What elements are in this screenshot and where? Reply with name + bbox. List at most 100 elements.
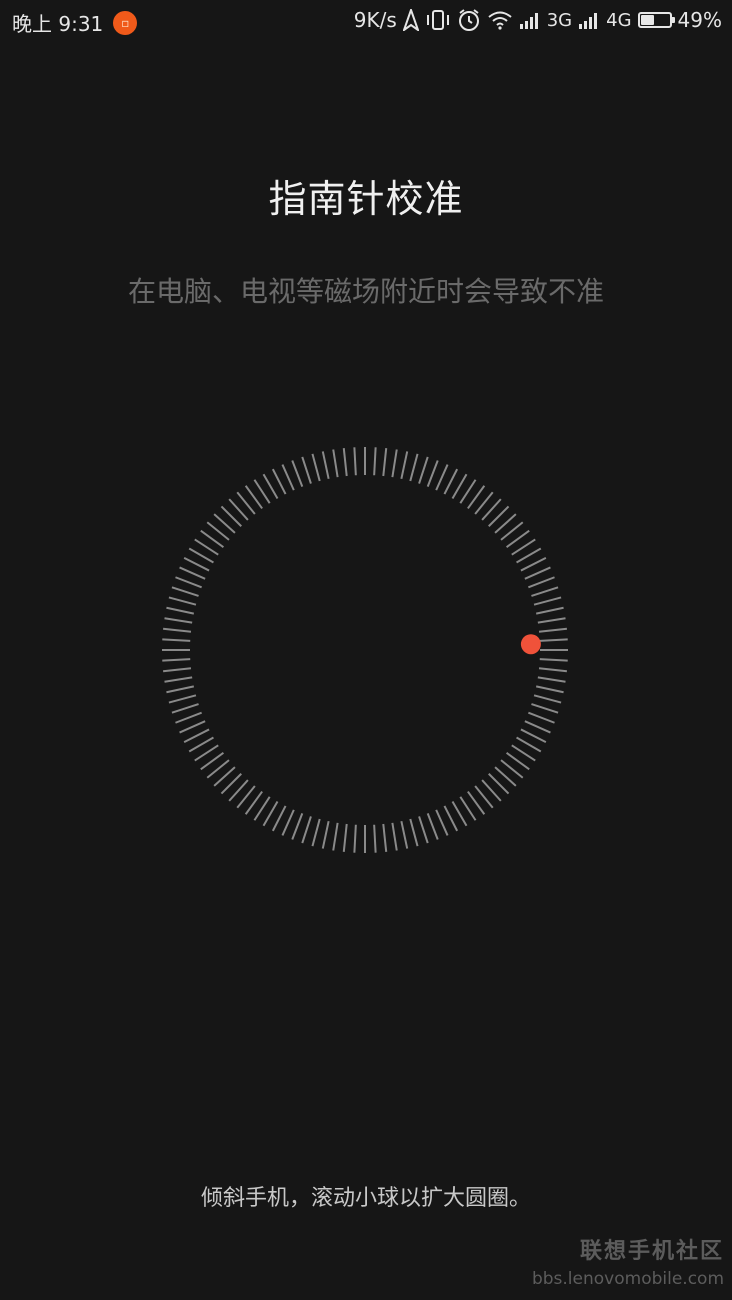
dial-tick [353,824,357,853]
dial-tick [528,711,555,724]
dial-tick [391,822,398,851]
dial-tick [451,801,468,827]
dial-tick [533,596,562,606]
signal-icon [578,11,600,29]
dial-tick [524,720,551,734]
dial-tick [164,617,193,624]
dial-tick [301,456,312,484]
dial-tick [162,638,191,642]
location-icon [402,9,419,31]
dial-tick [311,453,321,482]
dial-tick [391,449,398,478]
dial-tick [163,667,192,673]
dial-tick [539,638,568,642]
dial-tick [262,801,279,827]
dial-tick [443,805,459,832]
dial-tick [179,566,206,580]
dial-tick [171,586,199,597]
watermark-url: bbs.lenovomobile.com [531,1269,724,1289]
dial-tick [321,451,330,480]
dial-tick [426,813,439,840]
dial-tick [281,464,295,491]
dial-tick [271,468,287,495]
page-title: 指南针校准 [268,177,464,221]
status-left: 晚上 9:31 ▫ [12,8,138,37]
dial-tick [332,449,339,478]
dial-tick [342,448,348,477]
dial-tick [162,658,191,662]
dial-tick [179,720,206,734]
dial-tick [166,606,195,615]
dial-tick [426,460,439,487]
dial-tick [535,606,564,615]
status-bar: 晚上 9:31 ▫ 9K/s 3G 4G 49% [0,0,732,42]
dial-tick [332,822,339,851]
dial-tick [188,547,214,564]
network-type-4g: 4G [606,9,632,31]
dial-tick [321,820,330,849]
dial-tick [382,823,388,852]
dial-tick [311,818,321,847]
dial-tick [516,547,542,564]
dial-tick [175,711,202,724]
dial-tick [301,816,312,844]
dial-tick [524,566,551,580]
battery-percent: 49% [677,8,722,32]
dial-tick [531,703,559,714]
watermark: 联想手机社区 bbs.lenovomobile.com [532,1233,724,1289]
dial-tick [528,576,555,589]
dial-tick [175,576,202,589]
instruction-hint: 倾斜手机，滚动小球以扩大圆圈。 [200,1186,531,1211]
notification-app-icon: ▫ [113,10,138,35]
network-speed: 9K/s [353,8,397,32]
watermark-title: 联想手机社区 [579,1239,724,1264]
dial-tick [281,809,295,836]
dial-tick [409,818,419,847]
dial-tick [451,473,468,499]
dial-tick [163,627,192,633]
page-subtitle: 在电脑、电视等磁场附近时会导致不准 [127,275,604,308]
dial-tick [535,685,564,694]
calibration-ball[interactable] [520,634,541,655]
dial-tick [538,667,567,673]
dial-tick [537,617,566,624]
dial-tick [262,473,279,499]
dial-tick [188,736,214,753]
battery-fill [640,15,654,25]
dial-tick [168,694,197,704]
dial-tick [183,728,210,744]
dial-tick [342,823,348,852]
dial-tick [400,451,409,480]
dial-tick [533,694,562,704]
dial-tick [168,596,197,606]
status-time: 晚上 9:31 [12,12,104,36]
dial-tick [435,809,449,836]
dial-tick [531,586,559,597]
dial-tick [537,676,566,683]
dial-tick [373,447,377,476]
alarm-icon [457,8,481,32]
signal-icon [519,11,541,29]
dial-tick [373,824,377,853]
vibrate-icon [425,9,451,31]
dial-tick [418,456,429,484]
status-right: 9K/s 3G 4G 49% [354,8,722,32]
dial-tick [418,816,429,844]
dial-tick [516,736,542,753]
dial-tick [409,453,419,482]
dial-tick [435,464,449,491]
network-type-3g: 3G [546,9,573,31]
dial-tick [164,676,193,683]
dial-tick [539,658,568,662]
dial-tick [271,805,287,832]
calibration-dial[interactable] [160,445,570,855]
dial-tick [382,448,388,477]
dial-tick [291,460,304,487]
dial-tick [520,556,547,572]
dial-tick [443,468,459,495]
dial-tick [538,627,567,633]
dial-tick [291,813,304,840]
dial-tick [353,447,357,476]
dial-tick [171,703,199,714]
dial-tick [520,728,547,744]
